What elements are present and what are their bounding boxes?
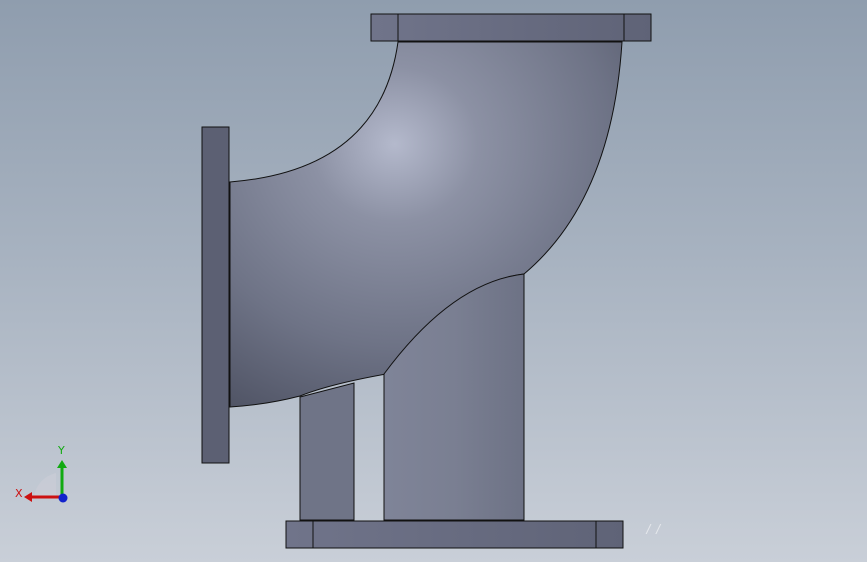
x-axis-label: X <box>15 487 23 500</box>
x-axis-head <box>24 492 32 502</box>
support-leg-left[interactable] <box>299 382 355 521</box>
top-flange[interactable] <box>370 13 652 42</box>
graphics-viewport[interactable]: Y X / / <box>0 0 867 562</box>
triad-plane <box>34 473 56 497</box>
y-axis-label: Y <box>57 444 65 457</box>
watermark: / / <box>646 521 661 537</box>
base-plate[interactable] <box>285 520 624 549</box>
reference-triad: Y X <box>15 444 68 503</box>
z-axis-dot <box>58 493 68 503</box>
y-axis-head <box>57 460 67 468</box>
left-flange[interactable] <box>201 126 230 464</box>
cad-model[interactable] <box>0 0 867 562</box>
